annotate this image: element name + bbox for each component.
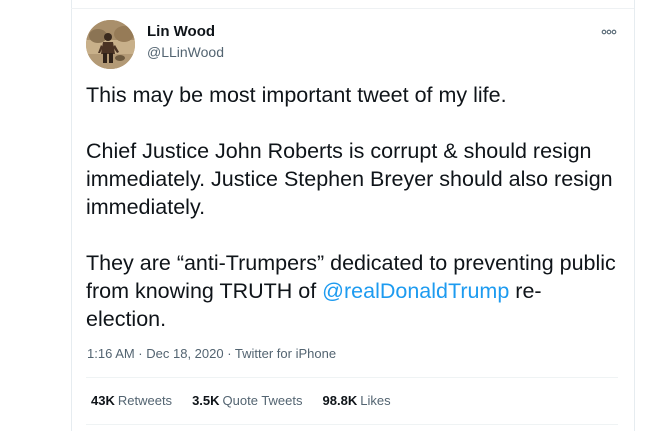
likes-count: 98.8K [322, 393, 358, 408]
quote-tweets-stat[interactable]: 3.5K Quote Tweets [192, 393, 302, 409]
avatar[interactable] [86, 20, 135, 69]
tweet-paragraph: They are “anti-Trumpers” dedicated to pr… [86, 249, 616, 333]
retweets-label: Retweets [117, 393, 173, 408]
tweet-page: Lin Wood @LLinWood This may be most impo… [0, 0, 650, 431]
tweet-stats: 43K Retweets 3.5K Quote Tweets 98.8K Likes [91, 393, 391, 409]
more-options-icon[interactable] [598, 25, 620, 39]
mention-link[interactable]: @realDonaldTrump [322, 279, 509, 303]
divider [86, 377, 618, 378]
author-handle[interactable]: @LLinWood [147, 43, 224, 61]
column-border-left [71, 0, 72, 431]
top-divider [71, 8, 634, 9]
quote-tweets-label: Quote Tweets [222, 393, 303, 408]
tweet-text: This may be most important tweet of my l… [86, 81, 616, 361]
likes-stat[interactable]: 98.8K Likes [323, 393, 391, 409]
column-border-right [634, 0, 635, 431]
tweet-timestamp[interactable]: 1:16 AM · Dec 18, 2020 · Twitter for iPh… [87, 346, 336, 362]
tweet-paragraph: This may be most important tweet of my l… [86, 83, 507, 107]
retweets-stat[interactable]: 43K Retweets [91, 393, 172, 409]
quote-tweets-count: 3.5K [192, 393, 220, 408]
author-name[interactable]: Lin Wood [147, 23, 215, 41]
avatar-image [86, 20, 135, 69]
retweets-count: 43K [91, 393, 115, 408]
tweet-paragraph: Chief Justice John Roberts is corrupt & … [86, 139, 613, 219]
likes-label: Likes [360, 393, 391, 408]
divider [86, 424, 618, 425]
